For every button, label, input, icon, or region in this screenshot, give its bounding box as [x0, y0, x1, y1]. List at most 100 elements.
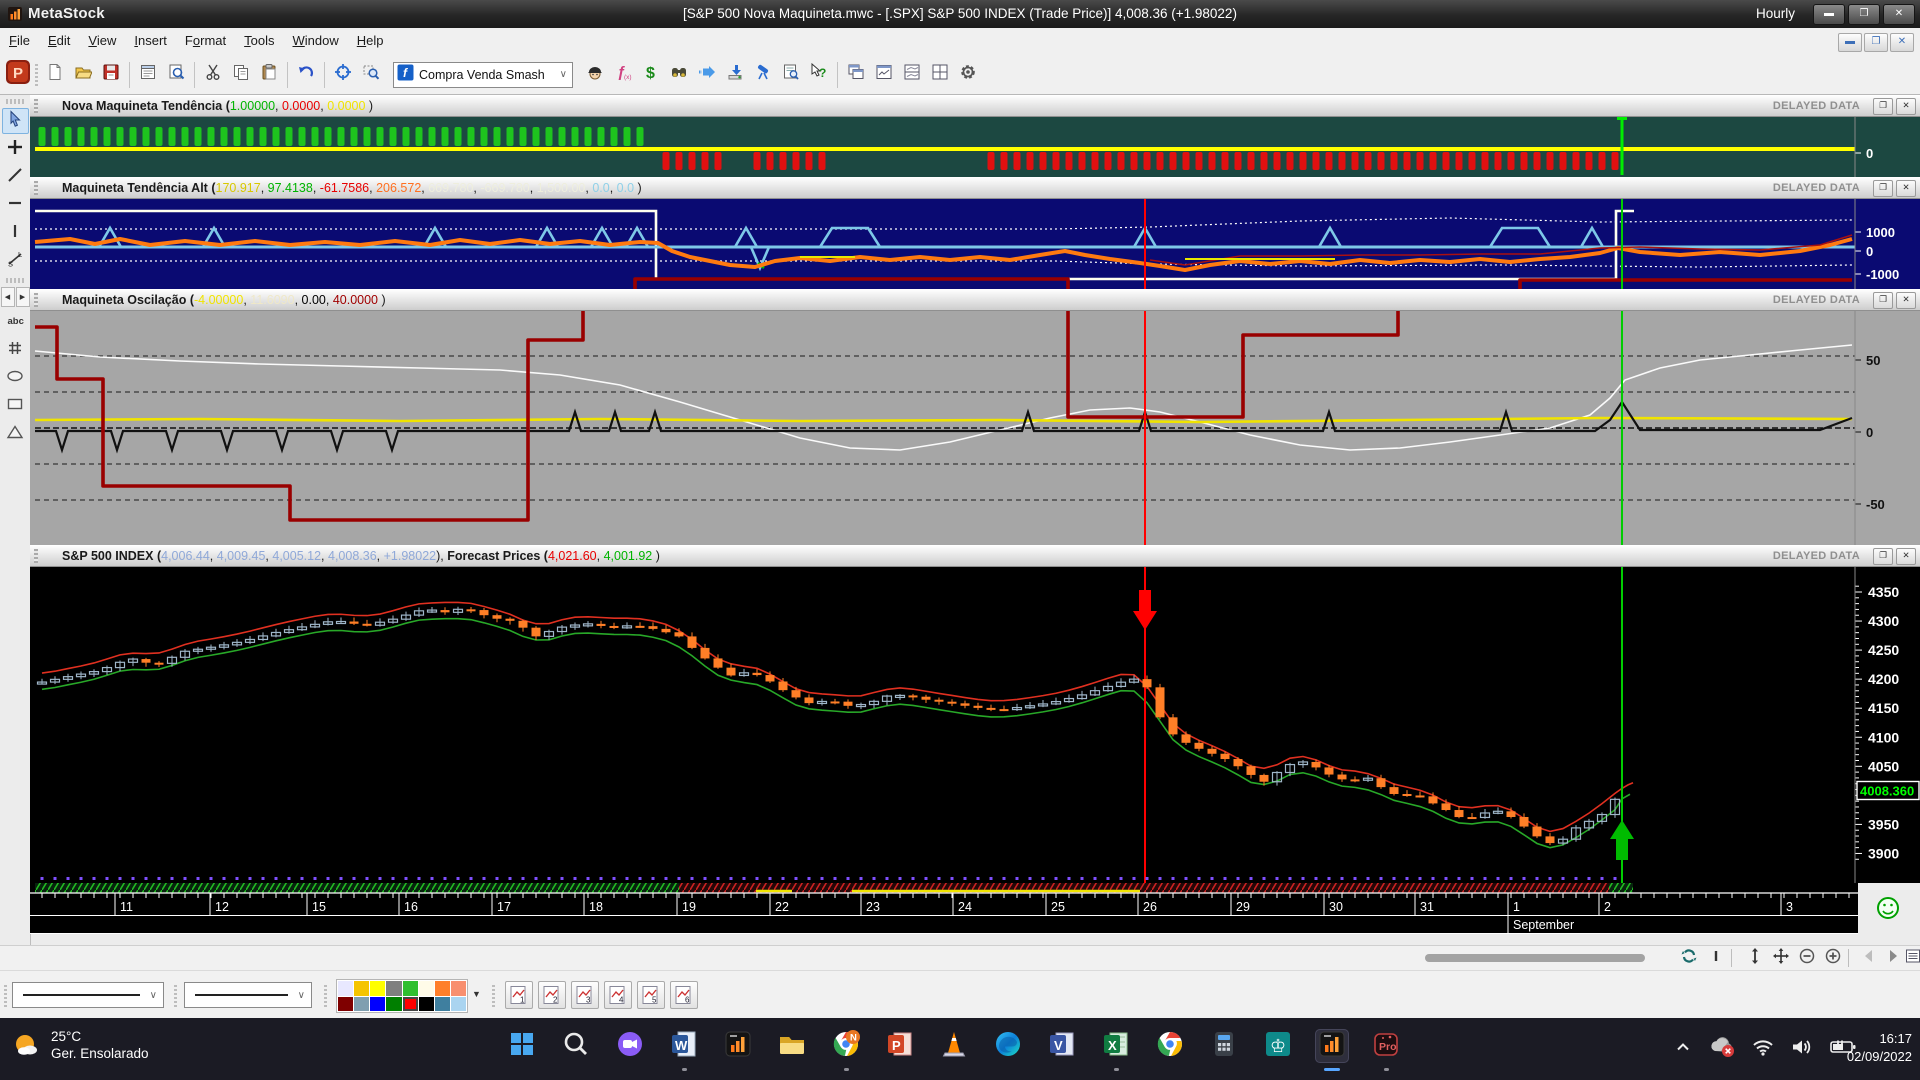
color-swatch[interactable] [370, 997, 385, 1012]
trendline-tool[interactable] [2, 164, 29, 190]
chart-template-button-4[interactable]: 4 [604, 981, 632, 1009]
child-minimize-icon[interactable]: ▬ [1838, 33, 1862, 52]
title-bar[interactable]: MetaStock [S&P 500 Nova Maquineta.mwc - … [0, 0, 1920, 28]
panel-header-tendencia_alt[interactable]: Maquineta Tendência Alt (170.917, 97.413… [30, 177, 1920, 199]
menu-item-insert[interactable]: Insert [125, 28, 176, 53]
tile-horizontal-button[interactable] [898, 61, 926, 89]
line-style-dropdown[interactable]: ∨ [12, 982, 164, 1008]
page-setup-button[interactable] [134, 61, 162, 89]
refresh-button[interactable] [1678, 948, 1700, 968]
visio-taskbar-button[interactable]: V [1045, 1029, 1079, 1063]
chess-taskbar-button[interactable]: ♔ [1261, 1029, 1295, 1063]
copy-button[interactable] [227, 61, 255, 89]
panel-header-tendencia[interactable]: Nova Maquineta Tendência (1.00000, 0.000… [30, 95, 1920, 117]
rectangle-tool-tool[interactable] [2, 393, 29, 419]
color-swatch[interactable] [338, 997, 353, 1012]
options-gear-button[interactable] [954, 61, 982, 89]
tray-chevron-icon[interactable] [1674, 1038, 1692, 1056]
panel-close-icon[interactable]: ✕ [1896, 180, 1916, 197]
start-taskbar-button[interactable] [505, 1029, 539, 1063]
color-swatch[interactable] [386, 997, 401, 1012]
horizontal-line-tool[interactable] [2, 192, 29, 218]
grid-tool-tool[interactable] [2, 337, 29, 363]
color-swatch[interactable] [354, 981, 369, 996]
vlc-taskbar-button[interactable] [937, 1029, 971, 1063]
pointer-tool[interactable] [2, 108, 29, 134]
save-button[interactable] [97, 61, 125, 89]
color-swatch[interactable] [370, 981, 385, 996]
ellipse-tool-tool[interactable] [2, 365, 29, 391]
line-weight-dropdown[interactable]: ∨ [184, 982, 312, 1008]
child-close-icon[interactable]: ✕ [1890, 33, 1914, 52]
horizontal-scrollbar[interactable] [1425, 954, 1645, 962]
blue-arrow-button[interactable] [693, 61, 721, 89]
menu-item-tools[interactable]: Tools [235, 28, 283, 53]
panel-restore-icon[interactable]: ❐ [1873, 548, 1893, 565]
scroll-right-icon[interactable]: ▶ [16, 287, 30, 307]
teams-taskbar-button[interactable] [613, 1029, 647, 1063]
cascade-button[interactable] [842, 61, 870, 89]
palette-expand-icon[interactable]: ▼ [472, 989, 481, 999]
panel-header-oscilacao[interactable]: Maquineta Oscilação (-4.00000, 11.6090, … [30, 289, 1920, 311]
semilog-tool[interactable]: SL [2, 248, 29, 274]
excel-taskbar-button[interactable]: X [1099, 1029, 1133, 1063]
dollar-button[interactable]: $ [637, 61, 665, 89]
undo-button[interactable] [292, 61, 320, 89]
menu-item-window[interactable]: Window [284, 28, 348, 53]
color-swatch[interactable] [451, 981, 466, 996]
chart-area[interactable]: 4350430042504200415041004050395039004008… [30, 95, 1920, 945]
search-taskbar-button[interactable] [559, 1029, 593, 1063]
open-chart-button[interactable] [69, 61, 97, 89]
zoom-in-button[interactable] [1822, 948, 1844, 968]
telescope-button[interactable] [749, 61, 777, 89]
crosshair-plus-tool[interactable] [2, 136, 29, 162]
color-swatch[interactable] [419, 981, 434, 996]
file-explorer-taskbar-button[interactable] [775, 1029, 809, 1063]
color-swatch[interactable] [435, 981, 450, 996]
text-tool-tool[interactable]: abc [2, 309, 29, 335]
pro-app-taskbar-button[interactable]: Pro [1369, 1029, 1403, 1063]
child-restore-icon[interactable]: ❐ [1864, 33, 1888, 52]
power-console-button[interactable]: P [4, 61, 32, 89]
volume-icon[interactable] [1791, 1038, 1813, 1056]
close-icon[interactable]: ✕ [1883, 4, 1915, 25]
color-swatch[interactable] [354, 997, 369, 1012]
downloader-button[interactable] [721, 61, 749, 89]
list-view-button[interactable] [1902, 948, 1920, 968]
color-swatch[interactable] [403, 981, 418, 996]
print-preview-button[interactable] [162, 61, 190, 89]
metastock-active-taskbar-button[interactable] [1315, 1029, 1349, 1063]
color-swatch[interactable] [403, 997, 418, 1012]
onedrive-error-icon[interactable] [1709, 1036, 1735, 1058]
function-button[interactable]: ƒ(x) [609, 61, 637, 89]
panel-close-icon[interactable]: ✕ [1896, 548, 1916, 565]
color-swatch[interactable] [419, 997, 434, 1012]
scroll-left-icon[interactable]: ◀ [1, 287, 15, 307]
taskbar-clock[interactable]: 16:17 02/09/2022 [1847, 1030, 1912, 1066]
page-next-button[interactable] [1882, 948, 1904, 968]
chrome-taskbar-button[interactable] [1153, 1029, 1187, 1063]
smiley-icon[interactable] [1878, 898, 1898, 918]
menu-item-format[interactable]: Format [176, 28, 235, 53]
crosshair-bar-button[interactable] [1705, 948, 1727, 968]
chart-template-button-6[interactable]: 6 [670, 981, 698, 1009]
menu-item-help[interactable]: Help [348, 28, 393, 53]
pan-button[interactable] [1770, 948, 1792, 968]
powerpoint-taskbar-button[interactable]: P [883, 1029, 917, 1063]
paste-button[interactable] [255, 61, 283, 89]
chart-template-button-1[interactable]: 1 [505, 981, 533, 1009]
color-swatch[interactable] [435, 997, 450, 1012]
panel-restore-icon[interactable]: ❐ [1873, 180, 1893, 197]
word-taskbar-button[interactable]: W [667, 1029, 701, 1063]
chart-template-button-2[interactable]: 2 [538, 981, 566, 1009]
menu-item-file[interactable]: File [0, 28, 39, 53]
menu-item-edit[interactable]: Edit [39, 28, 79, 53]
zoom-out-button[interactable] [1796, 948, 1818, 968]
new-chart-button[interactable] [41, 61, 69, 89]
color-swatch[interactable] [451, 997, 466, 1012]
panel-header-sp500[interactable]: S&P 500 INDEX (4,006.44, 4,009.45, 4,005… [30, 545, 1920, 567]
maximize-icon[interactable]: ❐ [1848, 4, 1880, 25]
vertical-resize-button[interactable] [1744, 948, 1766, 968]
tile-chart-button[interactable] [870, 61, 898, 89]
triangle-tool-tool[interactable] [2, 421, 29, 447]
